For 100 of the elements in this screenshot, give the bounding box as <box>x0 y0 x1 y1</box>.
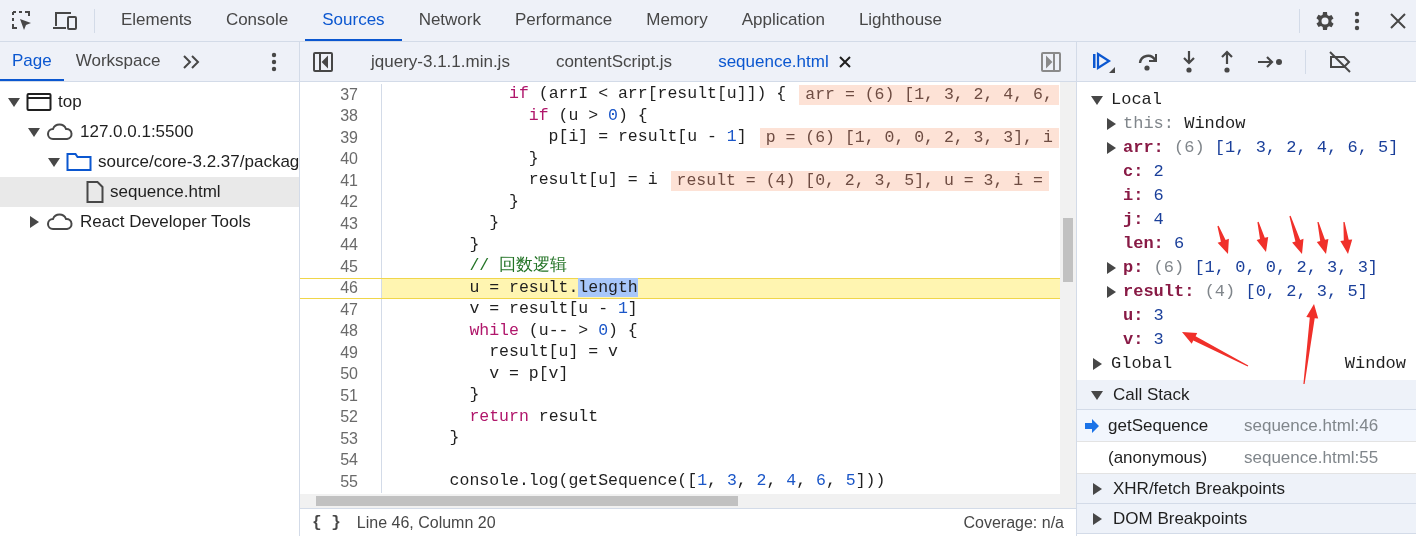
inspect-element-icon[interactable] <box>11 9 33 32</box>
panel-tab[interactable]: Performance <box>498 0 630 41</box>
expanded-triangle-icon[interactable] <box>1091 94 1103 106</box>
tree-item[interactable]: source/core-3.2.37/packag <box>0 147 299 177</box>
code-line: while (u-- > 0) { <box>468 319 638 342</box>
annotation-arrow <box>1217 225 1229 254</box>
step-into-icon[interactable] <box>1181 49 1197 74</box>
line-number: 50 <box>339 364 358 385</box>
collapsed-triangle-icon[interactable] <box>1105 286 1117 298</box>
code-line: result[u] = v <box>488 341 618 364</box>
line-number: 55 <box>339 471 358 492</box>
file-tab[interactable]: jquery-3.1.1.min.js <box>348 42 533 81</box>
resume-icon[interactable] <box>1091 50 1115 73</box>
section-header[interactable]: XHR/fetch Breakpoints <box>1077 474 1416 504</box>
expanded-triangle-icon[interactable] <box>8 96 20 108</box>
panel-tab[interactable]: Network <box>401 0 498 41</box>
annotation-arrow <box>1316 221 1329 254</box>
navigator-tab[interactable]: Page <box>0 42 64 81</box>
file-tab[interactable]: contentScript.js <box>532 42 696 81</box>
code-line: } <box>508 190 519 213</box>
folder-icon <box>66 152 92 172</box>
panel-tab[interactable]: Elements <box>104 0 209 41</box>
panel-tab[interactable]: Application <box>724 0 842 41</box>
line-number: 37 <box>339 84 358 105</box>
tree-item[interactable]: top <box>0 87 299 117</box>
code-line: } <box>468 233 480 256</box>
section-header[interactable]: Call Stack <box>1077 380 1416 410</box>
more-options-icon[interactable] <box>1354 10 1360 31</box>
scrollbar-thumb[interactable] <box>1063 218 1073 282</box>
line-number: 44 <box>339 235 358 256</box>
tree-item[interactable]: React Developer Tools <box>0 207 299 237</box>
call-stack-frame[interactable]: getSequence sequence.html:46 <box>1077 410 1416 442</box>
vertical-scrollbar[interactable] <box>1060 82 1076 494</box>
current-frame-arrow-icon <box>1085 418 1099 433</box>
scope-variable[interactable]: j: 4 <box>1077 208 1416 232</box>
scope-variable[interactable]: this: Window <box>1077 112 1416 136</box>
cursor-position: Line 46, Column 20 <box>356 512 496 533</box>
line-number: 38 <box>339 106 358 127</box>
close-icon[interactable] <box>1390 12 1406 29</box>
close-icon[interactable] <box>838 55 851 68</box>
scope-variable[interactable]: c: 2 <box>1077 160 1416 184</box>
toggle-navigator-icon[interactable] <box>312 50 334 73</box>
collapsed-triangle-icon[interactable] <box>1105 142 1117 154</box>
code-line: console.log(getSequence([1, 3, 2, 4, 6, 5])) <box>448 470 886 493</box>
expanded-triangle-icon[interactable] <box>28 126 40 138</box>
scrollbar-thumb[interactable] <box>316 496 738 506</box>
line-number: 46 <box>339 278 358 299</box>
annotation-arrow <box>1256 221 1269 252</box>
collapsed-triangle-icon[interactable] <box>1091 358 1103 370</box>
scope-variable[interactable]: p: (6) [1, 0, 0, 2, 3, 3] <box>1077 256 1416 280</box>
collapsed-triangle-icon[interactable] <box>28 216 40 228</box>
tree-item[interactable]: 127.0.0.1:5500 <box>0 117 299 147</box>
code-line: if (u > 0) { <box>527 104 648 127</box>
scope-variable[interactable]: i: 6 <box>1077 184 1416 208</box>
step-out-icon[interactable] <box>1219 49 1235 74</box>
inline-value: p = (6) [1, 0, 0, 2, 3, 3], i <box>759 127 1059 148</box>
scope-header[interactable]: Local <box>1077 88 1416 112</box>
collapsed-triangle-icon[interactable] <box>1091 482 1103 495</box>
cloud-icon <box>46 213 74 231</box>
inline-value: result = (4) [0, 2, 3, 5], u = 3, i = <box>670 170 1049 191</box>
step-icon[interactable] <box>1257 53 1283 70</box>
panel-tab[interactable]: Memory <box>629 0 725 41</box>
cloud-icon <box>46 123 74 141</box>
more-options-icon[interactable] <box>271 51 277 72</box>
line-number: 54 <box>339 450 358 471</box>
line-number: 45 <box>339 256 358 277</box>
line-number: 53 <box>339 428 358 449</box>
code-line: // 回数逻辑 <box>468 255 568 278</box>
pretty-print-button[interactable]: { } <box>312 510 341 535</box>
collapsed-triangle-icon[interactable] <box>1105 262 1117 274</box>
section-header[interactable]: DOM Breakpoints <box>1077 504 1416 534</box>
horizontal-scrollbar[interactable] <box>300 494 1076 508</box>
line-number: 51 <box>339 385 358 406</box>
scope-header[interactable]: Global Window <box>1077 352 1416 376</box>
collapsed-triangle-icon[interactable] <box>1105 118 1117 130</box>
scope-variable[interactable]: len: 6 <box>1077 232 1416 256</box>
scope-variable[interactable]: result: (4) [0, 2, 3, 5] <box>1077 280 1416 304</box>
deactivate-breakpoints-icon[interactable] <box>1328 50 1352 73</box>
toggle-debugger-icon[interactable] <box>1040 50 1062 73</box>
line-number: 40 <box>339 149 358 170</box>
code-line: } <box>527 147 539 170</box>
panel-tab[interactable]: Lighthouse <box>841 0 960 41</box>
scope-variable[interactable]: u: 3 <box>1077 304 1416 328</box>
device-toolbar-icon[interactable] <box>52 9 78 32</box>
scope-variable[interactable]: arr: (6) [1, 3, 2, 4, 6, 5] <box>1077 136 1416 160</box>
code-line: result[u] = i <box>527 169 658 192</box>
collapsed-triangle-icon[interactable] <box>1091 512 1103 525</box>
expanded-triangle-icon[interactable] <box>1091 388 1103 401</box>
tree-item[interactable]: sequence.html <box>0 177 299 207</box>
expanded-triangle-icon[interactable] <box>48 156 60 168</box>
annotation-arrow <box>1182 332 1249 367</box>
navigator-tab[interactable]: Workspace <box>63 42 173 81</box>
code-line: p[i] = result[u - 1] <box>547 126 747 149</box>
panel-tab[interactable]: Console <box>208 0 306 41</box>
line-number: 48 <box>339 321 358 342</box>
line-number: 43 <box>339 213 358 234</box>
code-line: if (arrI < arr[result[u]]) { <box>508 83 787 106</box>
line-number: 39 <box>339 127 358 148</box>
line-number: 42 <box>339 192 358 213</box>
scope-variable[interactable]: v: 3 <box>1077 328 1416 352</box>
